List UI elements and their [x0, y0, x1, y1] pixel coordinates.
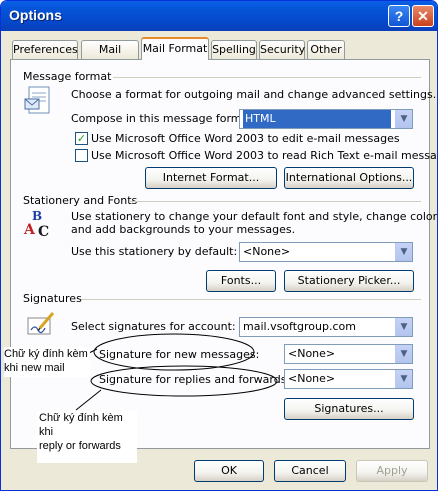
annotation-note-replies-line2: reply or forwards	[39, 440, 121, 452]
cancel-button[interactable]: Cancel	[274, 460, 346, 482]
annotation-note-replies: Chữ ký đính kèm khi reply or forwards	[37, 411, 137, 463]
annotation-note-new: Chữ ký đính kèm khi new mail	[4, 347, 90, 377]
annotation-ellipse-new	[93, 333, 255, 371]
annotation-note-new-line2: khi new mail	[4, 362, 65, 374]
annotation-ellipse-replies	[90, 365, 278, 397]
ok-button[interactable]: OK	[194, 460, 264, 482]
annotation-connector-replies	[75, 389, 102, 411]
tab-mail-format[interactable]: Mail Format	[141, 37, 209, 60]
annotation-note-new-line1: Chữ ký đính kèm	[4, 348, 88, 360]
apply-button[interactable]: Apply	[356, 460, 428, 482]
annotation-note-replies-line1: Chữ ký đính kèm khi	[39, 412, 123, 438]
options-dialog: Options ? ✕ Preferences Mail Setup Mail …	[0, 0, 438, 491]
